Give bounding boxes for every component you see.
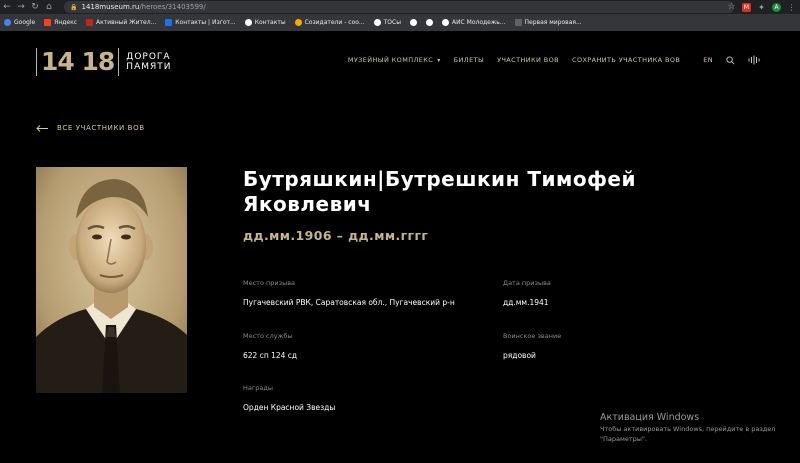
conscription-place-label: Место призыва bbox=[243, 279, 296, 287]
sound-wave-icon[interactable] bbox=[748, 55, 760, 65]
home-icon[interactable]: ⌂ bbox=[42, 0, 56, 14]
lock-icon: 🔒 bbox=[70, 3, 78, 11]
bookmark-label: Контакты | Изгот... bbox=[175, 19, 236, 26]
site-icon bbox=[514, 19, 522, 26]
site-icon bbox=[86, 19, 94, 26]
conscription-date-value: дд.мм.1941 bbox=[503, 298, 549, 307]
bookmark-item[interactable] bbox=[409, 19, 417, 26]
logo-line-2: ПАМЯТИ bbox=[126, 62, 172, 72]
globe-icon bbox=[425, 19, 433, 26]
caret-down-icon: ▾ bbox=[437, 56, 441, 64]
back-link-label: ВСЕ УЧАСТНИКИ ВОВ bbox=[57, 124, 145, 132]
logo-line-1: ДОРОГА bbox=[126, 52, 171, 62]
url-host: 1418museum.ru bbox=[81, 3, 140, 11]
logo-number: 14 18 bbox=[36, 48, 120, 76]
bookmark-label: АИС Молодежь... bbox=[451, 19, 506, 26]
watermark-title: Активация Windows bbox=[600, 412, 700, 423]
windows-activation-watermark: Активация Windows Чтобы активировать Win… bbox=[600, 412, 775, 444]
service-place-value: 622 сп 124 сд bbox=[243, 351, 298, 360]
bookmark-item[interactable]: Контакты bbox=[244, 19, 286, 26]
watermark-line-1: Чтобы активировать Windows, перейдите в … bbox=[600, 425, 776, 433]
bookmark-item[interactable] bbox=[425, 19, 433, 26]
site-icon bbox=[165, 19, 173, 26]
rank-label: Воинское звание bbox=[503, 332, 562, 340]
nav-museum[interactable]: МУЗЕЙНЫЙ КОМПЛЕКС ▾ bbox=[348, 56, 441, 64]
site-logo[interactable]: 14 18 ДОРОГА ПАМЯТИ bbox=[36, 48, 171, 76]
nav-participants[interactable]: УЧАСТНИКИ ВОВ bbox=[497, 56, 559, 64]
globe-icon bbox=[441, 19, 449, 26]
puzzle-icon[interactable]: ✦ bbox=[757, 3, 766, 12]
address-bar[interactable]: 🔒 1418museum.ru/heroes/31403599/ bbox=[64, 1, 734, 13]
hero-portrait bbox=[36, 167, 187, 393]
bookmark-label: ТОСы bbox=[383, 19, 401, 26]
nav-tickets[interactable]: БИЛЕТЫ bbox=[454, 56, 484, 64]
bookmark-item[interactable]: ТОСы bbox=[373, 19, 401, 26]
site-icon bbox=[373, 19, 381, 26]
nav-save-participant[interactable]: СОХРАНИТЬ УЧАСТНИКА ВОВ bbox=[572, 56, 680, 64]
awards-value: Орден Красной Звезды bbox=[243, 403, 336, 412]
toolbar-extensions: ☆ M ✦ A ⋮ bbox=[727, 0, 796, 14]
reload-icon[interactable]: ↻ bbox=[28, 0, 42, 14]
bookmark-item[interactable]: АИС Молодежь... bbox=[441, 19, 506, 26]
bookmark-label: Первая мировая... bbox=[524, 19, 582, 26]
watermark-line-2: "Параметры". bbox=[600, 435, 647, 443]
hero-dates: дд.мм.1906 – дд.мм.гггг bbox=[243, 228, 429, 243]
service-place-label: Место службы bbox=[243, 332, 293, 340]
back-to-participants-link[interactable]: ВСЕ УЧАСТНИКИ ВОВ bbox=[36, 124, 145, 132]
awards-label: Награды bbox=[243, 384, 274, 392]
bookmark-item[interactable]: Активный Жител... bbox=[86, 19, 156, 26]
bookmark-item[interactable]: Созидатели - соо... bbox=[294, 19, 365, 26]
main-nav: МУЗЕЙНЫЙ КОМПЛЕКС ▾ БИЛЕТЫ УЧАСТНИКИ ВОВ… bbox=[348, 55, 760, 65]
bookmarks-bar: Google Яндекс Активный Жител... Контакты | … bbox=[0, 14, 800, 31]
back-arrow-icon[interactable]: ← bbox=[0, 0, 14, 14]
browser-toolbar: ← → ↻ ⌂ 🔒 1418museum.ru/heroes/31403599/… bbox=[0, 0, 800, 14]
search-icon[interactable] bbox=[726, 55, 735, 65]
rank-value: рядовой bbox=[503, 351, 536, 360]
yandex-icon bbox=[44, 19, 52, 26]
bookmark-label: Контакты bbox=[254, 19, 286, 26]
site-header: 14 18 ДОРОГА ПАМЯТИ МУЗЕЙНЫЙ КОМПЛЕКС ▾ … bbox=[0, 31, 800, 93]
conscription-date-label: Дата призыва bbox=[503, 279, 551, 287]
globe-icon bbox=[409, 19, 417, 26]
bookmark-star-icon[interactable]: ☆ bbox=[727, 2, 736, 12]
conscription-place-value: Пугачевский РВК, Саратовская обл., Пугач… bbox=[243, 298, 455, 307]
forward-arrow-icon[interactable]: → bbox=[14, 0, 28, 14]
logo-text: ДОРОГА ПАМЯТИ bbox=[126, 52, 171, 72]
globe-icon bbox=[244, 19, 252, 26]
google-icon bbox=[4, 19, 11, 26]
menu-dots-icon[interactable]: ⋮ bbox=[787, 3, 796, 12]
bookmark-label: Google bbox=[14, 19, 36, 26]
bookmark-label: Яндекс bbox=[54, 19, 78, 26]
extension-icon[interactable]: M bbox=[742, 2, 751, 12]
bookmark-label: Созидатели - соо... bbox=[304, 19, 365, 26]
language-switch[interactable]: EN bbox=[703, 56, 713, 64]
bookmark-item[interactable]: Яндекс bbox=[44, 19, 77, 26]
bookmark-item[interactable]: Контакты | Изгот... bbox=[165, 19, 236, 26]
site-icon bbox=[294, 19, 302, 26]
arrow-left-icon bbox=[36, 124, 48, 132]
bookmark-label: Активный Жител... bbox=[96, 19, 157, 26]
bookmark-item[interactable]: Первая мировая... bbox=[514, 19, 582, 26]
url-path: /heroes/31403599/ bbox=[139, 3, 206, 11]
avatar[interactable]: A bbox=[772, 2, 781, 12]
bookmark-item[interactable]: Google bbox=[4, 19, 35, 26]
nav-museum-label: МУЗЕЙНЫЙ КОМПЛЕКС bbox=[347, 56, 434, 64]
hero-name: Бутряшкин|Бутрешкин Тимофей Яковлевич bbox=[243, 167, 637, 216]
